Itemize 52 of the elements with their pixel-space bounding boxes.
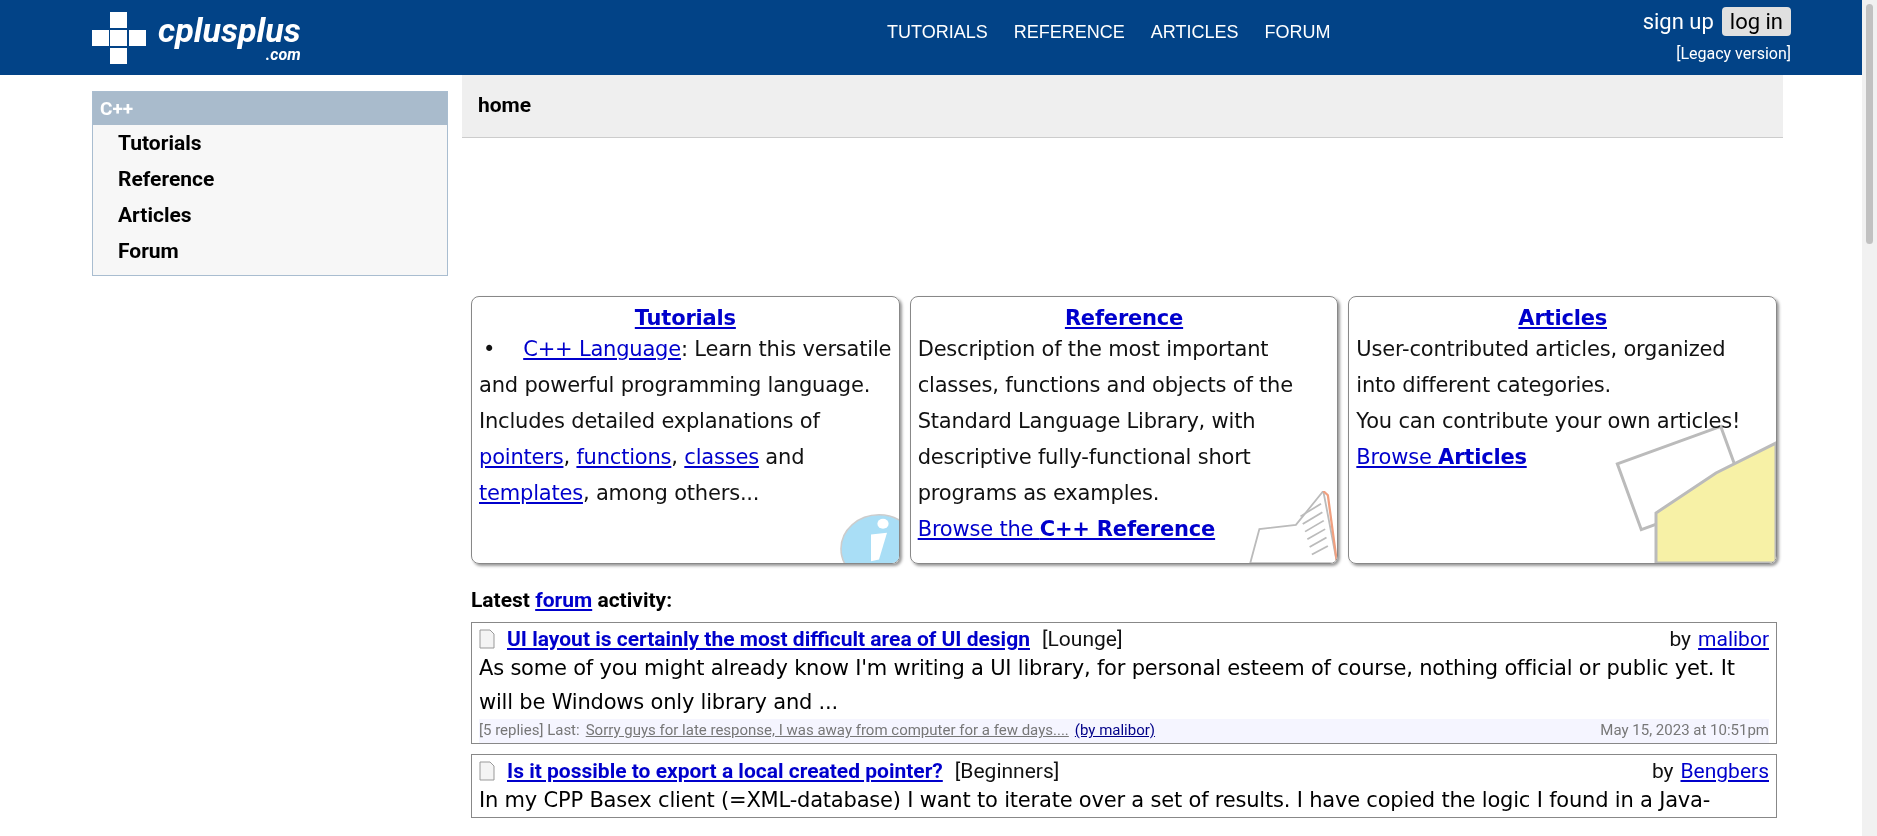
post-category: [Lounge] (1041, 627, 1123, 651)
post-date: May 15, 2023 at 10:51pm (1600, 721, 1769, 739)
log-in-button[interactable]: log in (1721, 6, 1791, 36)
post-title-link[interactable]: UI layout is certainly the most difficult area of UI design (507, 627, 1030, 651)
browse-link[interactable]: Browse the C++ Reference (917, 517, 1216, 541)
card-description: • C++ Language: Learn this versatile and powerful programming language. Includes detailed explanations of pointers, functions, classes and templates, among others... (479, 331, 892, 511)
logo-text: cplusplus (158, 12, 301, 47)
legacy-version-link[interactable]: [Legacy version] (1676, 43, 1791, 63)
tutorial-link[interactable]: functions (576, 445, 672, 469)
sidebar-item[interactable]: Tutorials (93, 125, 447, 161)
last-reply-author-link[interactable]: (by malibor) (1074, 721, 1156, 739)
card-note: You can contribute your own articles! (1356, 408, 1742, 435)
sidebar-title: C++ (93, 92, 447, 125)
plus-logo-icon (92, 11, 148, 64)
logo-subtext: .com (265, 46, 301, 63)
tutorial-link[interactable]: pointers (479, 445, 564, 469)
author-label: by (1651, 759, 1674, 783)
post-excerpt: As some of you might already know I'm writing a UI library, for personal esteem of course, nothing official or public yet. It will be Windows only library and ... (479, 655, 1736, 716)
post-title-link[interactable]: Is it possible to export a local created pointer? (507, 759, 943, 783)
breadcrumb-bar: home (462, 75, 1783, 138)
sidebar-item[interactable]: Forum (93, 233, 447, 269)
last-reply-link[interactable]: Sorry guys for late response, I was away from computer for a few days.... (585, 721, 1069, 739)
author-link[interactable]: Bengbers (1680, 759, 1769, 783)
scrollbar-thumb[interactable] (1866, 4, 1873, 244)
forum-link[interactable]: forum (535, 588, 593, 612)
card-title-link[interactable]: Tutorials (479, 305, 892, 331)
bullet-icon: • (483, 331, 496, 367)
forum-heading: Latest forum activity: (471, 588, 674, 612)
card-description: Description of the most important classes, functions and objects of the Standard Language Library, with descriptive fully-functional short programs as examples. (917, 336, 1294, 507)
nav-link[interactable]: TUTORIALS (887, 22, 988, 43)
tutorial-link[interactable]: classes (684, 445, 759, 469)
document-icon (479, 761, 495, 781)
author-label: by (1669, 627, 1692, 651)
tutorial-link[interactable]: templates (479, 481, 583, 505)
post-excerpt: In my CPP Basex client (=XML-database) I want to iterate over a set of results. I have copied the logic I found in a Java- (479, 787, 1712, 814)
card-title-link[interactable]: Articles (1356, 305, 1769, 331)
nav-link[interactable]: FORUM (1264, 22, 1331, 43)
tutorial-link[interactable]: C++ Language (523, 337, 681, 361)
scrollbar[interactable] (1862, 0, 1877, 836)
nav-link[interactable]: ARTICLES (1150, 22, 1239, 43)
reply-count: [5 replies] Last: (479, 721, 580, 739)
nav-link[interactable]: REFERENCE (1013, 22, 1125, 43)
browse-link[interactable]: Browse Articles (1356, 445, 1527, 469)
sidebar-item[interactable]: Reference (93, 161, 447, 197)
card-title-link[interactable]: Reference (917, 305, 1331, 331)
sign-up-link[interactable]: sign up (1642, 8, 1714, 34)
post-category: [Beginners] (954, 759, 1060, 783)
document-icon (479, 629, 495, 649)
card-description: User-contributed articles, organized into different categories. (1356, 336, 1727, 399)
author-link[interactable]: malibor (1698, 627, 1769, 651)
sidebar-item[interactable]: Articles (93, 197, 447, 233)
info-illustration-icon (838, 513, 899, 563)
